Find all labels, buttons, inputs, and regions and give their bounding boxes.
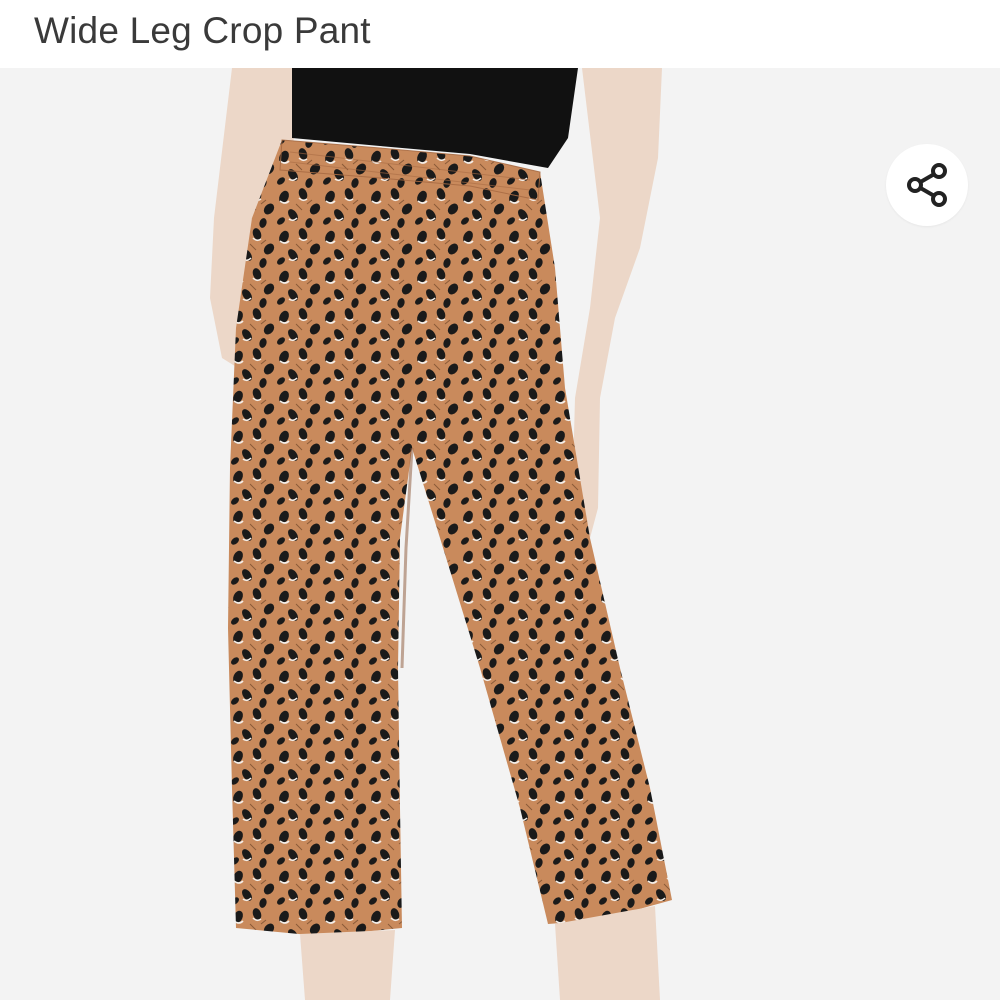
share-icon xyxy=(907,163,947,207)
product-photo xyxy=(0,68,1000,1000)
header-bar: Wide Leg Crop Pant xyxy=(0,0,1000,68)
left-calf xyxy=(300,930,395,1000)
share-button[interactable] xyxy=(886,144,968,226)
product-image-viewer[interactable] xyxy=(0,68,1000,1000)
product-title: Wide Leg Crop Pant xyxy=(34,10,371,51)
